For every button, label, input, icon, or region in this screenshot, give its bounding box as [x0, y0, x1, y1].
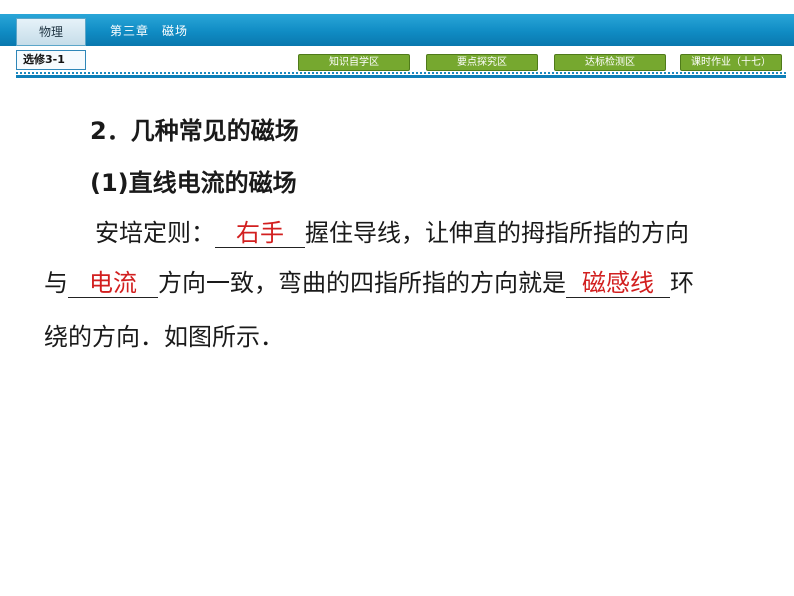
subsection-title-text: (1)直线电流的磁场 — [90, 169, 297, 197]
para1-suffix: 握住导线，让伸直的拇指所指的方向 — [305, 219, 689, 247]
answer-blank-field-lines: 磁感线 — [566, 269, 670, 298]
paragraph-line-3: 绕的方向．如图所示． — [44, 323, 284, 351]
paragraph-line-1: 安培定则： 右手 握住导线，让伸直的拇指所指的方向 — [95, 218, 689, 248]
answer-blank-right-hand: 右手 — [215, 219, 305, 248]
paragraph-line-2: 与电流 方向一致，弯曲的四指所指的方向就是 磁感线环 — [44, 268, 694, 298]
slide-content: 2．几种常见的磁场 (1)直线电流的磁场 安培定则： 右手 握住导线，让伸直的拇指所… — [0, 0, 794, 596]
para1-prefix: 安培定则： — [95, 219, 215, 247]
answer-blank-current: 电流 — [68, 269, 158, 298]
para2-middle: 方向一致，弯曲的四指所指的方向就是 — [158, 269, 566, 297]
para2-prefix: 与 — [44, 269, 68, 297]
subsection-title: (1)直线电流的磁场 — [90, 168, 297, 198]
para2-suffix: 环 — [670, 269, 694, 297]
section-title: 2．几种常见的磁场 — [90, 117, 299, 145]
